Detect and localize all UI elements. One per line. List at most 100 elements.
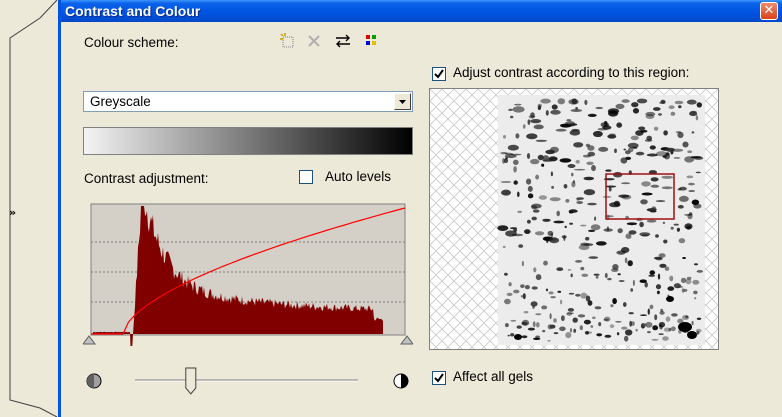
gel-spot [609, 324, 615, 328]
gel-spot [671, 313, 678, 317]
gel-spot [615, 103, 625, 110]
gel-spot [647, 331, 651, 334]
gel-spot [567, 269, 572, 271]
swap-scheme-button[interactable] [332, 31, 354, 51]
gel-spot [564, 225, 567, 229]
gel-image-view[interactable] [429, 88, 719, 350]
colour-scheme-dropdown[interactable]: Greyscale [83, 91, 413, 112]
gel-spot [570, 109, 583, 112]
gel-spot [545, 149, 556, 155]
gel-spot [536, 322, 540, 328]
gel-spot [668, 105, 675, 110]
gel-spot [691, 131, 695, 134]
gel-spot [543, 260, 548, 266]
gel-spot [676, 285, 684, 288]
affect-all-gels-box[interactable] [432, 371, 446, 385]
gel-spot [662, 221, 666, 225]
gel-spot [639, 221, 644, 228]
gel-spot [612, 264, 619, 270]
gel-spot [511, 233, 524, 237]
gel-spot [541, 163, 545, 167]
gel-spot [527, 119, 531, 125]
gel-spot [670, 111, 676, 116]
gel-spot [507, 334, 510, 337]
gel-spot [632, 279, 635, 286]
gel-spot [550, 233, 554, 238]
gel-spot [560, 299, 563, 305]
gel-spot [557, 98, 566, 105]
gel-spot [655, 284, 662, 290]
gel-spot [628, 312, 634, 315]
delete-scheme-button[interactable] [303, 31, 325, 51]
gel-spot [523, 311, 529, 314]
gel-spot [533, 124, 544, 130]
auto-levels-box[interactable] [299, 170, 313, 184]
brightness-slider[interactable] [83, 360, 413, 400]
gel-spot [655, 200, 666, 202]
chevron-down-icon [399, 100, 406, 104]
gel-spot [595, 241, 607, 246]
gel-spot [597, 127, 608, 131]
gel-spot [590, 325, 594, 328]
gel-spot [640, 314, 647, 316]
gel-spot [584, 99, 588, 105]
adjust-region-box[interactable] [432, 67, 446, 81]
palette-button[interactable] [361, 31, 383, 51]
new-scheme-button[interactable] [277, 31, 299, 51]
checkmark-icon [434, 373, 444, 383]
app-root: » Contrast and Colour ✕ Colour scheme: G… [0, 0, 782, 417]
gel-spot [570, 273, 573, 278]
slider-thumb[interactable] [185, 367, 197, 395]
gel-spot [504, 272, 508, 276]
gel-spot [649, 145, 656, 150]
gel-spot [621, 182, 631, 185]
gel-spot [580, 292, 588, 299]
gel-spot [535, 274, 542, 281]
expand-panel-button[interactable]: » [9, 206, 16, 219]
gel-spot [521, 261, 524, 267]
gel-spot [501, 189, 511, 196]
gel-spot [606, 226, 610, 232]
gel-spot [510, 333, 515, 337]
gel-spot [669, 275, 674, 282]
gel-spot [504, 298, 511, 305]
gel-spot [517, 210, 522, 213]
gel-spot [550, 171, 553, 177]
gel-spot [542, 218, 551, 222]
gel-spot [524, 285, 530, 290]
gel-spot [682, 315, 690, 320]
title-bar[interactable]: Contrast and Colour ✕ [61, 0, 782, 22]
palette-icon [366, 35, 376, 45]
gel-spot [571, 128, 580, 133]
gel-spot [663, 327, 672, 332]
gel-spot [612, 298, 617, 305]
gel-spot [684, 214, 693, 216]
gel-spot [587, 202, 597, 206]
gel-spot [583, 176, 595, 181]
gel-spot [687, 331, 697, 339]
gel-spot [532, 321, 536, 328]
gel-spot [614, 148, 617, 154]
contrast-adjustment-label: Contrast adjustment: [84, 171, 209, 186]
gel-spot [639, 232, 651, 237]
gel-spot [629, 320, 633, 327]
gel-spot [551, 104, 558, 110]
gel-spot [655, 234, 659, 238]
gel-spot [605, 185, 617, 188]
gel-spot [550, 296, 556, 299]
gel-spot [674, 100, 684, 105]
contrast-histogram[interactable] [82, 196, 414, 362]
colour-scheme-value: Greyscale [90, 94, 151, 109]
gel-spot [625, 329, 633, 336]
gel-spot [653, 256, 662, 260]
gel-spot [656, 151, 668, 157]
gel-spot [510, 115, 514, 119]
gel-spot [593, 273, 600, 276]
gel-spot [541, 305, 548, 310]
gel-spot [640, 199, 648, 205]
dropdown-arrow-button[interactable] [394, 93, 411, 110]
gel-spot [673, 156, 681, 159]
gel-spot [563, 184, 568, 189]
gel-spot [596, 333, 603, 337]
close-button[interactable]: ✕ [760, 2, 778, 20]
